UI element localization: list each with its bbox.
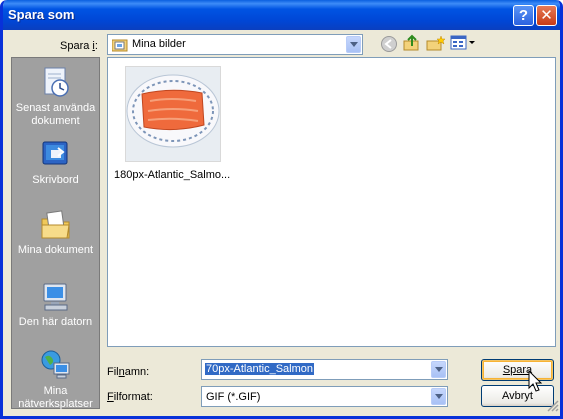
window-title: Spara som xyxy=(8,7,75,22)
filetype-dropdown[interactable]: GIF (*.GIF) xyxy=(201,386,448,407)
lookin-dropdown[interactable]: Mina bilder xyxy=(107,34,363,55)
close-button[interactable]: ✕ xyxy=(536,5,557,26)
filename-label: Filnamn: xyxy=(107,366,150,378)
file-thumbnail[interactable] xyxy=(125,66,221,162)
place-label: Mina dokument xyxy=(17,244,94,256)
save-as-dialog: Spara som ? ✕ Spara i: Mina bilder Senas… xyxy=(0,0,563,419)
lookin-value: Mina bilder xyxy=(132,38,186,50)
filetype-label: Filformat: xyxy=(107,391,153,403)
place-label: Senast använda dokument xyxy=(15,102,96,127)
resize-grip-icon[interactable] xyxy=(547,400,559,412)
filetype-value: GIF (*.GIF) xyxy=(206,391,261,403)
place-my-documents[interactable]: Mina dokument xyxy=(12,208,99,257)
chevron-down-icon[interactable] xyxy=(431,388,446,405)
place-label: Mina nätverksplatser xyxy=(18,385,93,410)
back-icon[interactable] xyxy=(380,35,398,53)
mouse-cursor-icon xyxy=(528,370,543,392)
help-button[interactable]: ? xyxy=(513,5,534,26)
title-bar[interactable]: Spara som ? ✕ xyxy=(3,0,560,30)
my-computer-icon xyxy=(43,283,67,311)
network-places-icon xyxy=(41,350,69,379)
place-recent-documents[interactable]: Senast använda dokument xyxy=(12,66,99,128)
chevron-down-icon[interactable] xyxy=(431,361,446,378)
view-menu-icon[interactable] xyxy=(450,35,476,51)
my-documents-icon xyxy=(41,210,70,239)
place-label: Den här datorn xyxy=(18,316,93,328)
up-folder-icon[interactable] xyxy=(403,34,421,52)
filename-value[interactable]: 70px-Atlantic_Salmon xyxy=(205,363,315,375)
file-list[interactable]: 180px-Atlantic_Salmo... xyxy=(107,57,556,347)
place-network[interactable]: Mina nätverksplatser xyxy=(12,349,99,411)
filename-input[interactable]: 70px-Atlantic_Salmon xyxy=(201,359,448,380)
place-my-computer[interactable]: Den här datorn xyxy=(12,280,99,329)
folder-pictures-icon xyxy=(112,39,128,52)
place-desktop[interactable]: Skrivbord xyxy=(12,138,99,187)
file-name[interactable]: 180px-Atlantic_Salmo... xyxy=(114,169,230,181)
salmon-photo-image xyxy=(126,67,220,161)
new-folder-icon[interactable] xyxy=(426,34,446,52)
desktop-icon xyxy=(42,141,67,165)
recent-documents-icon xyxy=(44,67,69,97)
place-label: Skrivbord xyxy=(32,174,79,186)
lookin-label: Spara i: xyxy=(60,40,98,52)
chevron-down-icon[interactable] xyxy=(346,36,361,53)
places-bar: Senast använda dokument Skrivbord Mina d… xyxy=(11,57,100,411)
